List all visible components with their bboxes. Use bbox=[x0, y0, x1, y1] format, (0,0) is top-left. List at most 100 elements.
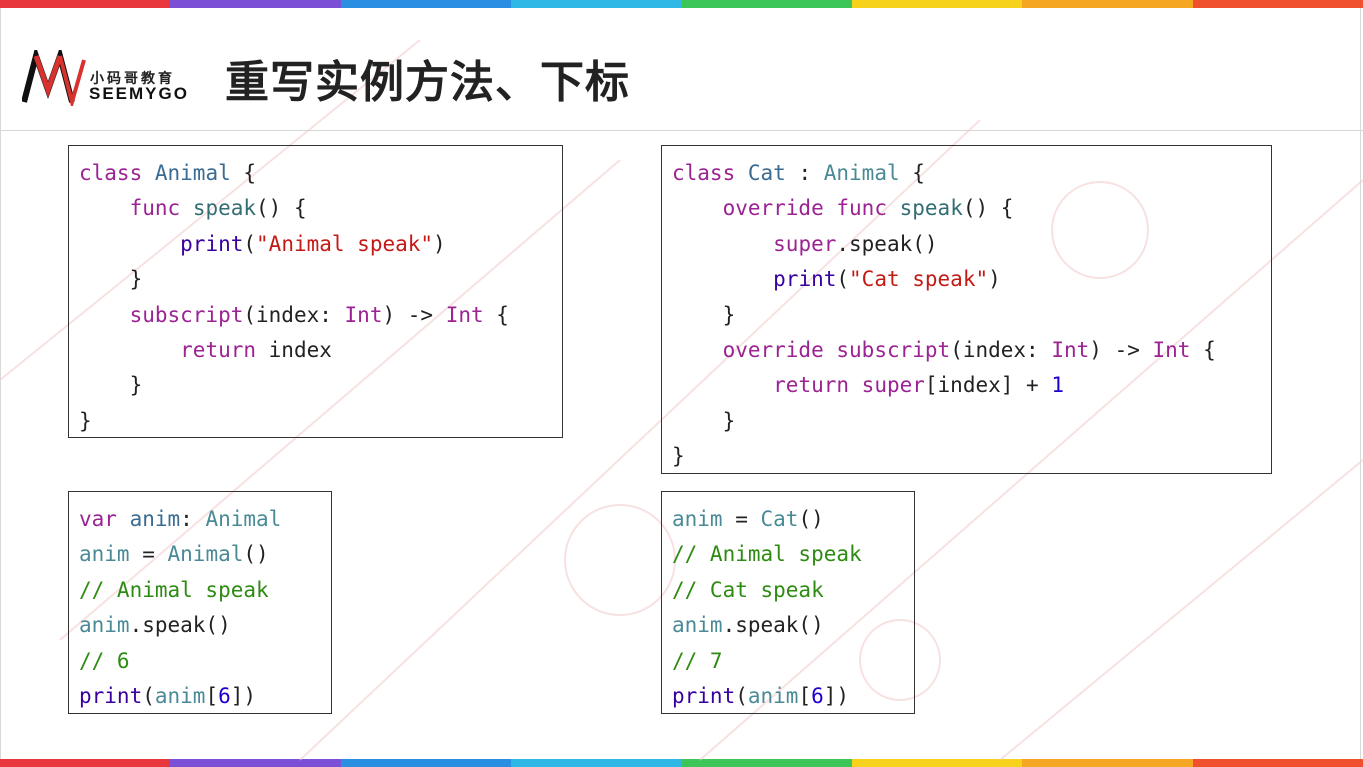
code-token: // Animal speak bbox=[79, 577, 269, 602]
logo-english-text: SEEMYGO bbox=[89, 84, 189, 103]
code-block-animal-usage: var anim: Animal anim = Animal()// Animal… bbox=[68, 491, 332, 714]
rainbow-segment bbox=[340, 759, 512, 767]
code-token: } bbox=[672, 302, 736, 327]
code-token: () { bbox=[256, 196, 307, 221]
code-token: super bbox=[861, 373, 925, 398]
code-token: = bbox=[722, 507, 761, 531]
code-token: .speak() bbox=[836, 231, 938, 256]
code-token: 6 bbox=[218, 683, 231, 708]
code-token: ( bbox=[243, 231, 257, 256]
code-line: class Animal { bbox=[79, 156, 562, 191]
code-token: override bbox=[722, 196, 824, 221]
code-token: 1 bbox=[1051, 373, 1064, 398]
code-token: Animal bbox=[167, 542, 244, 567]
header-divider bbox=[0, 130, 1363, 131]
rainbow-segment bbox=[0, 759, 171, 767]
code-line: // Animal speak bbox=[672, 537, 914, 572]
code-block-cat-class: class Cat : Animal { override func speak… bbox=[661, 145, 1272, 474]
code-token: ]) bbox=[230, 683, 257, 708]
code-token: .speak() bbox=[129, 613, 231, 638]
code-token: { bbox=[899, 161, 925, 185]
code-line: } bbox=[79, 404, 562, 439]
code-line: } bbox=[672, 298, 1271, 333]
code-token: Animal bbox=[154, 161, 231, 185]
code-line: return super[index] + 1 bbox=[672, 368, 1271, 403]
code-token: "Cat speak" bbox=[849, 267, 989, 292]
code-token: anim bbox=[129, 507, 181, 531]
code-token: } bbox=[79, 408, 92, 433]
code-token: Animal bbox=[823, 161, 900, 185]
code-token: return bbox=[773, 373, 850, 398]
code-token: () bbox=[798, 507, 824, 531]
code-line: } bbox=[79, 262, 562, 297]
rainbow-segment bbox=[511, 0, 682, 8]
rainbow-segment bbox=[1192, 0, 1363, 8]
code-line: func speak() { bbox=[79, 191, 562, 226]
code-token: } bbox=[672, 444, 685, 469]
code-token: () bbox=[243, 542, 269, 567]
code-token: // Animal speak bbox=[672, 542, 862, 567]
code-token: // Cat speak bbox=[672, 577, 824, 602]
rainbow-segment bbox=[170, 759, 341, 767]
rainbow-segment bbox=[1022, 0, 1193, 8]
code-token: speak bbox=[899, 196, 963, 221]
code-token: anim bbox=[79, 542, 130, 567]
code-token: override bbox=[722, 337, 824, 362]
code-token: } bbox=[672, 408, 736, 433]
code-token: print bbox=[79, 683, 143, 708]
code-block-animal-class: class Animal { func speak() { print("Ani… bbox=[68, 145, 563, 438]
code-line: print("Cat speak") bbox=[672, 262, 1271, 297]
code-token: ) -> bbox=[382, 302, 446, 327]
code-token: Int bbox=[1152, 337, 1191, 362]
code-token: : bbox=[180, 507, 206, 531]
code-token: } bbox=[79, 373, 143, 398]
code-token: func bbox=[129, 196, 181, 221]
code-token: } bbox=[79, 267, 143, 292]
code-token: { bbox=[1190, 337, 1216, 362]
code-token: [ bbox=[798, 683, 812, 708]
top-rainbow-bar bbox=[0, 0, 1363, 8]
code-token: subscript bbox=[836, 337, 951, 362]
rainbow-segment bbox=[681, 0, 852, 8]
code-token: () { bbox=[962, 196, 1014, 221]
code-token: [ bbox=[205, 683, 219, 708]
code-token: ) bbox=[988, 267, 1001, 292]
rainbow-segment bbox=[1022, 759, 1193, 767]
code-token: anim bbox=[154, 683, 206, 708]
code-token: .speak() bbox=[722, 613, 824, 638]
rainbow-segment bbox=[0, 0, 171, 8]
code-token: // 6 bbox=[79, 648, 130, 673]
code-line: } bbox=[672, 404, 1271, 439]
code-token: ) bbox=[433, 231, 446, 256]
code-token: ( bbox=[735, 683, 748, 708]
code-token: class bbox=[672, 161, 736, 185]
code-token: = bbox=[129, 542, 168, 567]
code-line: super.speak() bbox=[672, 227, 1271, 262]
code-token: : bbox=[785, 161, 824, 185]
code-token: super bbox=[773, 231, 837, 256]
code-token: ]) bbox=[823, 683, 850, 708]
code-token: Cat bbox=[760, 507, 799, 531]
code-token: func bbox=[836, 196, 887, 221]
code-token: [index] + bbox=[924, 373, 1052, 398]
rainbow-segment bbox=[681, 759, 852, 767]
code-line: print("Animal speak") bbox=[79, 227, 562, 262]
code-line: // 7 bbox=[672, 644, 914, 679]
code-token: anim bbox=[672, 507, 723, 531]
code-token: print bbox=[773, 267, 837, 292]
code-token: ) -> bbox=[1089, 337, 1153, 362]
rainbow-segment bbox=[851, 759, 1023, 767]
